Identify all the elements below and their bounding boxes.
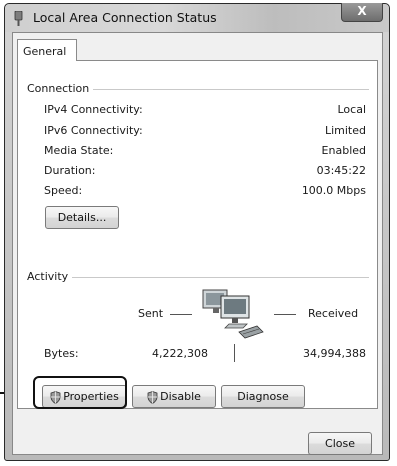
disable-button-label: Disable [160,390,201,403]
ipv6-value: Limited [324,124,366,137]
close-button[interactable]: Close [308,432,372,455]
speed-label: Speed: [44,184,83,197]
activity-group-line [27,277,369,278]
properties-highlight-callout [33,376,127,409]
activity-divider [234,344,235,362]
bytes-received-value: 34,994,388 [303,347,366,360]
title-bar[interactable]: Local Area Connection Status X [5,3,389,32]
window-title: Local Area Connection Status [33,10,217,25]
network-computer-icon [202,289,264,339]
ipv6-label: IPv6 Connectivity: [44,124,143,137]
duration-label: Duration: [44,164,96,177]
bytes-sent-value: 4,222,308 [152,347,208,360]
disable-button[interactable]: Disable [132,385,216,408]
general-tab-page: Connection IPv4 Connectivity: Local IPv6… [17,60,378,409]
network-adapter-icon [14,11,23,26]
activity-group-label: Activity [27,270,73,283]
bytes-label: Bytes: [44,347,79,360]
sent-connector-line [170,314,192,315]
received-label: Received [308,307,359,320]
uac-shield-icon [147,390,158,404]
close-window-button[interactable]: X [341,3,383,22]
details-button[interactable]: Details... [45,206,119,229]
sent-label: Sent [138,307,164,320]
media-state-label: Media State: [44,144,114,157]
duration-value: 03:45:22 [316,164,366,177]
ipv4-value: Local [337,103,366,116]
connection-group-label: Connection [27,82,94,95]
tab-general[interactable]: General [17,39,77,61]
speed-value: 100.0 Mbps [301,184,366,197]
diagnose-button[interactable]: Diagnose [221,385,305,408]
received-connector-line [274,314,296,315]
ipv4-label: IPv4 Connectivity: [44,103,143,116]
media-state-value: Enabled [321,144,366,157]
